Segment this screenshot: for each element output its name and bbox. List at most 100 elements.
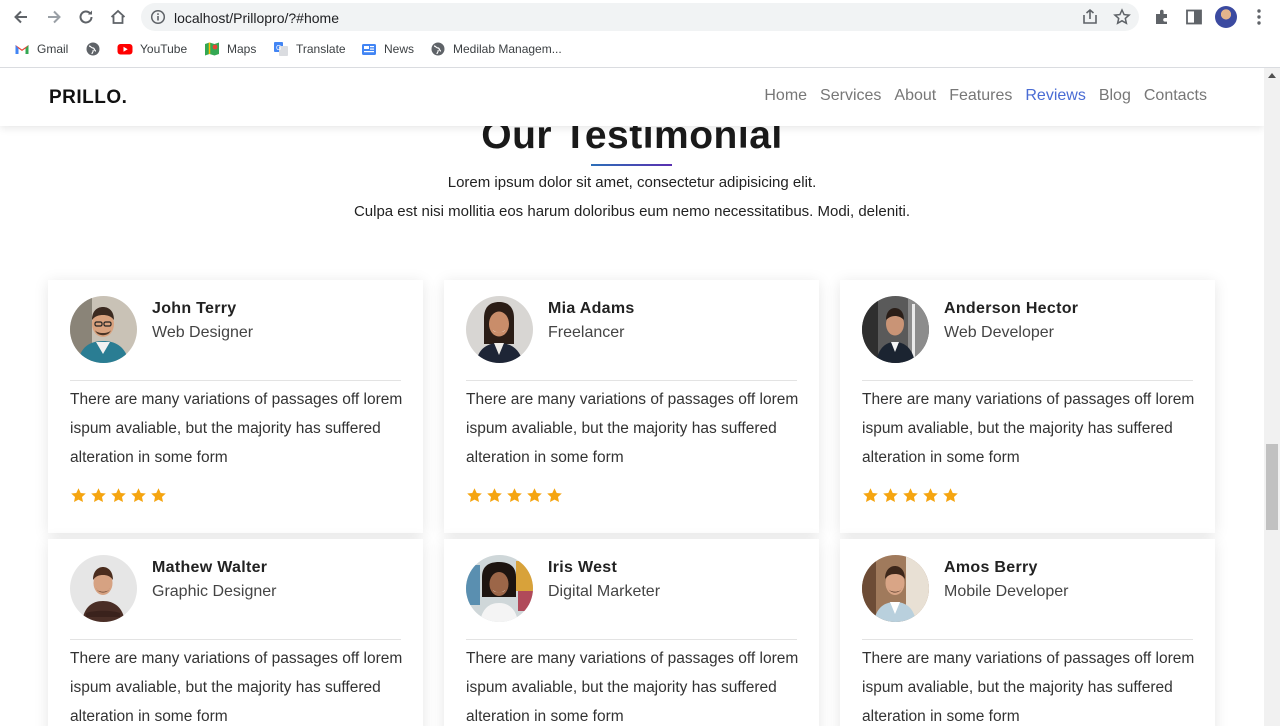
review-text: There are many variations of passages of… xyxy=(70,650,403,725)
review-text: There are many variations of passages of… xyxy=(70,391,403,466)
review-text: There are many variations of passages of… xyxy=(466,650,799,725)
site-info-icon[interactable] xyxy=(150,9,166,25)
star-icon xyxy=(547,488,562,503)
testimonial-card: John Terry Web Designer There are many v… xyxy=(48,280,423,533)
nav-reviews[interactable]: Reviews xyxy=(1025,87,1085,105)
star-rating xyxy=(466,487,563,504)
review-text: There are many variations of passages of… xyxy=(466,391,799,466)
reviewer-role: Digital Marketer xyxy=(548,583,661,600)
avatar xyxy=(70,296,137,363)
forward-icon[interactable] xyxy=(42,5,66,29)
star-icon xyxy=(487,488,502,503)
star-rating xyxy=(862,487,959,504)
review-text: There are many variations of passages of… xyxy=(862,391,1195,466)
reviewer-role: Mobile Developer xyxy=(944,583,1069,600)
nav-services[interactable]: Services xyxy=(820,87,881,105)
testimonial-card: Mia Adams Freelancer There are many vari… xyxy=(444,280,819,533)
star-icon xyxy=(863,488,878,503)
testimonial-card: Iris West Digital Marketer There are man… xyxy=(444,539,819,726)
bookmark-translate[interactable]: G Translate xyxy=(273,41,346,57)
globe-icon xyxy=(430,41,446,57)
scrollbar-thumb[interactable] xyxy=(1266,444,1278,530)
scroll-up-arrow-icon[interactable] xyxy=(1268,73,1276,78)
bookmarks-bar: Gmail YouTube Maps G Translate News Medi… xyxy=(0,37,1280,61)
star-icon xyxy=(91,488,106,503)
avatar xyxy=(466,296,533,363)
bookmark-youtube[interactable]: YouTube xyxy=(117,41,187,57)
star-icon xyxy=(883,488,898,503)
bookmark-star-icon[interactable] xyxy=(1113,8,1131,26)
reviewer-name: Mathew Walter xyxy=(152,559,268,576)
star-icon xyxy=(507,488,522,503)
site-logo[interactable]: PRILLO. xyxy=(49,87,127,109)
bookmark-maps[interactable]: Maps xyxy=(204,41,256,57)
star-rating xyxy=(70,487,167,504)
gmail-icon xyxy=(14,41,30,57)
avatar xyxy=(466,555,533,622)
star-icon xyxy=(527,488,542,503)
reviewer-name: Anderson Hector xyxy=(944,300,1079,317)
avatar xyxy=(70,555,137,622)
avatar xyxy=(862,296,929,363)
reviewer-role: Web Developer xyxy=(944,324,1054,341)
share-icon[interactable] xyxy=(1081,8,1099,26)
nav-features[interactable]: Features xyxy=(949,87,1012,105)
translate-icon: G xyxy=(273,41,289,57)
divider xyxy=(466,380,797,381)
star-icon xyxy=(111,488,126,503)
bookmark-medilab[interactable]: Medilab Managem... xyxy=(430,41,562,57)
nav-contacts[interactable]: Contacts xyxy=(1144,87,1207,105)
reviewer-name: John Terry xyxy=(152,300,237,317)
address-bar[interactable]: localhost/Prillopro/?#home xyxy=(141,3,1139,31)
back-icon[interactable] xyxy=(9,5,33,29)
home-icon[interactable] xyxy=(106,5,130,29)
star-icon xyxy=(923,488,938,503)
svg-text:G: G xyxy=(276,45,281,52)
side-panel-icon[interactable] xyxy=(1184,7,1204,27)
extensions-icon[interactable] xyxy=(1152,7,1172,27)
divider xyxy=(862,639,1193,640)
divider xyxy=(70,380,401,381)
profile-avatar[interactable] xyxy=(1215,6,1237,28)
reviewer-role: Graphic Designer xyxy=(152,583,277,600)
page-scrollbar[interactable] xyxy=(1264,68,1280,726)
nav-blog[interactable]: Blog xyxy=(1099,87,1131,105)
nav-about[interactable]: About xyxy=(894,87,936,105)
browser-toolbar: localhost/Prillopro/?#home xyxy=(0,0,1280,34)
site-header: PRILLO. Home Services About Features Rev… xyxy=(0,68,1264,126)
section-subtitle-2: Culpa est nisi mollitia eos harum dolori… xyxy=(353,203,911,220)
testimonial-card: Anderson Hector Web Developer There are … xyxy=(840,280,1215,533)
divider xyxy=(862,380,1193,381)
star-icon xyxy=(71,488,86,503)
reviewer-name: Mia Adams xyxy=(548,300,635,317)
globe-icon xyxy=(85,41,101,57)
reviewer-name: Iris West xyxy=(548,559,618,576)
star-icon xyxy=(131,488,146,503)
title-underline xyxy=(591,164,672,166)
star-icon xyxy=(903,488,918,503)
divider xyxy=(70,639,401,640)
menu-kebab-icon[interactable] xyxy=(1249,7,1269,27)
bookmark-news[interactable]: News xyxy=(361,41,414,57)
maps-icon xyxy=(204,41,220,57)
url-text[interactable]: localhost/Prillopro/?#home xyxy=(174,10,339,26)
reviewer-role: Freelancer xyxy=(548,324,625,341)
news-icon xyxy=(361,41,377,57)
star-icon xyxy=(467,488,482,503)
reviewer-role: Web Designer xyxy=(152,324,254,341)
browser-chrome: localhost/Prillopro/?#home Gmail YouTube… xyxy=(0,0,1280,68)
reload-icon[interactable] xyxy=(74,5,98,29)
bookmark-gmail[interactable]: Gmail xyxy=(14,41,68,57)
star-icon xyxy=(151,488,166,503)
review-text: There are many variations of passages of… xyxy=(862,650,1195,725)
main-menu: Home Services About Features Reviews Blo… xyxy=(751,87,1207,105)
section-subtitle-1: Lorem ipsum dolor sit amet, consectetur … xyxy=(447,174,817,191)
nav-home[interactable]: Home xyxy=(764,87,807,105)
page-viewport: PRILLO. Home Services About Features Rev… xyxy=(0,68,1264,726)
youtube-icon xyxy=(117,41,133,57)
avatar xyxy=(862,555,929,622)
star-icon xyxy=(943,488,958,503)
bookmark-globe[interactable] xyxy=(85,41,108,57)
reviewer-name: Amos Berry xyxy=(944,559,1038,576)
testimonial-card: Amos Berry Mobile Developer There are ma… xyxy=(840,539,1215,726)
